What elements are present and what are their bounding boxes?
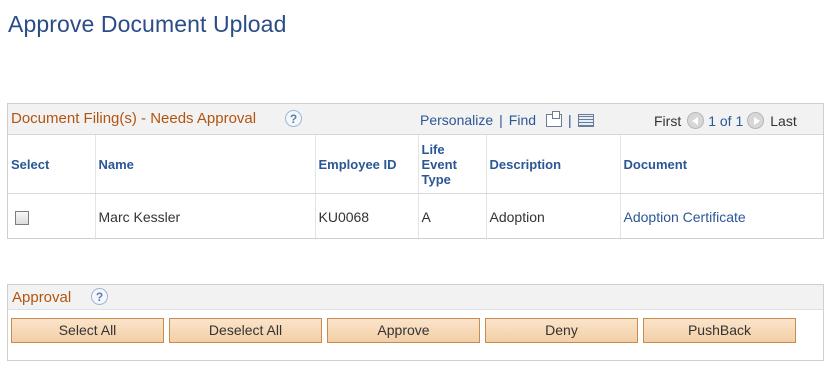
table-header-row: Select Name Employee ID Life Event Type …	[8, 135, 823, 194]
column-header-name: Name	[95, 135, 316, 194]
personalize-link[interactable]: Personalize	[420, 112, 493, 128]
document-link[interactable]: Adoption Certificate	[624, 209, 746, 225]
select-cell	[8, 193, 96, 240]
help-icon[interactable]: ?	[91, 288, 108, 305]
view-all-icon[interactable]	[546, 110, 563, 127]
name-cell: Marc Kessler	[95, 193, 316, 240]
pushback-button[interactable]: PushBack	[643, 318, 796, 343]
find-link[interactable]: Find	[509, 112, 536, 128]
separator: |	[568, 112, 572, 128]
pager-count: 1 of 1	[708, 112, 744, 129]
pager-first: First	[654, 112, 682, 129]
column-header-document: Document	[620, 135, 823, 194]
document-filings-grid: Document Filing(s) - Needs Approval ? Pe…	[7, 103, 824, 240]
life-event-type-cell: A	[418, 193, 487, 240]
column-header-employee-id: Employee ID	[315, 135, 419, 194]
next-arrow-icon[interactable]	[747, 112, 765, 129]
document-cell: Adoption Certificate	[620, 194, 823, 241]
grid-header: Document Filing(s) - Needs Approval ? Pe…	[8, 104, 823, 135]
description-cell: Adoption	[486, 193, 621, 240]
column-header-description: Description	[486, 135, 621, 194]
grid-toolbar: Personalize | Find |	[420, 110, 594, 128]
approval-header: Approval ?	[8, 285, 823, 310]
download-spreadsheet-icon[interactable]	[577, 113, 594, 127]
column-header-select: Select	[8, 135, 96, 194]
document-table: Select Name Employee ID Life Event Type …	[8, 135, 823, 240]
approval-title: Approval	[12, 289, 72, 306]
select-checkbox[interactable]	[15, 211, 29, 226]
deselect-all-button[interactable]: Deselect All	[169, 318, 322, 343]
help-icon[interactable]: ?	[285, 110, 302, 127]
employee-id-cell: KU0068	[315, 193, 419, 240]
approval-section: Approval ? Select All Deselect All Appro…	[7, 284, 824, 361]
select-all-button[interactable]: Select All	[11, 318, 164, 343]
grid-title: Document Filing(s) - Needs Approval	[11, 110, 257, 127]
previous-arrow-icon[interactable]	[687, 112, 705, 129]
pager-last: Last	[770, 112, 797, 129]
grid-pager: First 1 of 1 Last	[654, 112, 797, 129]
column-header-life-event-type: Life Event Type	[418, 135, 487, 194]
approve-button[interactable]: Approve	[327, 318, 480, 343]
page-title: Approve Document Upload	[8, 11, 287, 37]
table-row: Marc Kessler KU0068 A Adoption Adoption …	[8, 193, 823, 241]
separator: |	[499, 112, 503, 128]
deny-button[interactable]: Deny	[485, 318, 638, 343]
